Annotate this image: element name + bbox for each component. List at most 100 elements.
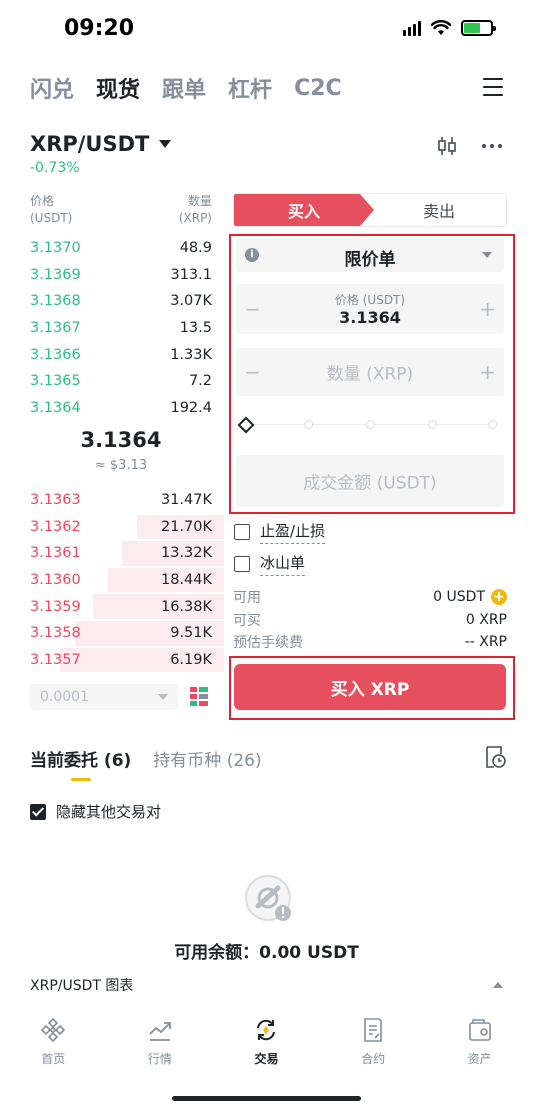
hide-other-pairs-option[interactable]: 隐藏其他交易对: [30, 801, 161, 822]
tpsl-label: 止盈/止损: [260, 520, 326, 544]
last-price: 3.1364 ≈ $3.13: [30, 428, 212, 473]
ob-qty: 16.38K: [160, 598, 212, 615]
nav-futures[interactable]: 合约: [320, 1010, 427, 1070]
fee-row: 预估手续费 -- XRP: [233, 632, 507, 652]
hide-other-pairs-checkbox[interactable]: [30, 803, 46, 820]
last-price-usd: ≈ $3.13: [94, 458, 148, 473]
tab-margin[interactable]: 杠杆: [228, 72, 272, 104]
ob-qty: 18.44K: [160, 572, 212, 589]
orderbook-row[interactable]: 3.1362 21.70K: [30, 514, 224, 541]
tab-c2c[interactable]: C2C: [294, 76, 342, 101]
status-time: 09:20: [64, 16, 135, 41]
total-field[interactable]: 成交金额 (USDT): [236, 455, 504, 507]
orderbook-row[interactable]: 3.1369 313.1: [30, 262, 212, 289]
tpsl-checkbox[interactable]: [234, 524, 250, 540]
orderbook-layout-icon[interactable]: [189, 686, 209, 708]
ob-price: 3.1369: [30, 266, 81, 283]
nav-wallet-label: 资产: [467, 1052, 492, 1066]
caret-down-icon: [158, 694, 168, 700]
fee-label: 预估手续费: [233, 635, 303, 651]
caret-down-icon: [159, 140, 172, 148]
buy-xrp-button[interactable]: 买入 XRP: [234, 664, 506, 710]
tab-copy-trading[interactable]: 跟单: [162, 72, 206, 104]
slider-handle[interactable]: [237, 416, 255, 434]
orderbook-row[interactable]: 3.1359 16.38K: [30, 593, 224, 620]
nav-home[interactable]: 首页: [0, 1010, 107, 1070]
tab-holdings[interactable]: 持有币种 (26): [153, 746, 261, 771]
candlestick-icon[interactable]: [436, 135, 458, 157]
orderbook-row[interactable]: 3.1364 192.4: [30, 395, 212, 422]
status-bar: 09:20: [0, 0, 533, 60]
ob-qty: 9.51K: [170, 625, 212, 642]
add-funds-icon[interactable]: +: [491, 589, 507, 605]
chart-toggle-bar[interactable]: XRP/USDT 图表: [30, 975, 503, 995]
qty-header: 数量: [187, 194, 212, 208]
orderbook-row[interactable]: 3.1366 1.33K: [30, 341, 212, 368]
orderbook-row[interactable]: 3.1370 48.9: [30, 235, 212, 262]
can-buy-value: 0 XRP: [465, 612, 507, 628]
empty-state-icon: [245, 875, 291, 921]
tab-open-orders[interactable]: 当前委托 (6): [30, 746, 131, 771]
slider-step-25[interactable]: [304, 420, 313, 429]
buy-tab[interactable]: 买入: [234, 194, 374, 226]
orderbook-row[interactable]: 3.1358 9.51K: [30, 620, 224, 647]
slider-step-75[interactable]: [428, 420, 437, 429]
orderbook-row[interactable]: 3.1361 13.32K: [30, 540, 224, 567]
tab-spot[interactable]: 现货: [96, 72, 140, 104]
pair-selector[interactable]: XRP/USDT: [30, 132, 172, 156]
nav-markets[interactable]: 行情: [107, 1010, 214, 1070]
available-label: 可用: [233, 590, 261, 606]
more-icon[interactable]: [482, 144, 502, 148]
ob-qty: 6.19K: [170, 651, 212, 668]
quantity-increment-button[interactable]: +: [479, 360, 496, 384]
iceberg-checkbox[interactable]: [234, 556, 250, 572]
nav-wallet[interactable]: 资产: [426, 1010, 533, 1070]
price-unit: (USDT): [30, 211, 73, 225]
ob-price: 3.1357: [30, 651, 81, 668]
price-field-value: 3.1364: [339, 308, 401, 327]
slider-step-50[interactable]: [366, 420, 375, 429]
tab-convert[interactable]: 闪兑: [30, 72, 74, 104]
home-indicator: [172, 1096, 361, 1101]
precision-select[interactable]: 0.0001: [30, 684, 178, 710]
wallet-icon: [468, 1019, 491, 1041]
orderbook-row[interactable]: 3.1363 31.47K: [30, 487, 212, 514]
ob-qty: 7.2: [188, 373, 212, 390]
ob-price: 3.1359: [30, 598, 81, 615]
active-tab-indicator: [71, 778, 91, 781]
pair-title: XRP/USDT: [30, 132, 150, 156]
orderbook-row[interactable]: 3.1357 6.19K: [30, 647, 224, 674]
nav-markets-label: 行情: [147, 1052, 172, 1066]
order-history-icon[interactable]: [484, 745, 506, 769]
slider-step-100[interactable]: [488, 420, 497, 429]
ob-price: 3.1361: [30, 545, 81, 562]
total-placeholder: 成交金额 (USDT): [303, 473, 437, 494]
pair-change: -0.73%: [30, 160, 80, 176]
can-buy-row: 可买 0 XRP: [233, 610, 507, 630]
sell-tab[interactable]: 卖出: [372, 194, 506, 226]
menu-icon[interactable]: [483, 78, 503, 96]
amount-slider[interactable]: [237, 415, 500, 435]
price-increment-button[interactable]: +: [479, 297, 496, 321]
order-type-select[interactable]: i 限价单: [236, 238, 504, 272]
ob-price: 3.1365: [30, 373, 81, 390]
orderbook-row[interactable]: 3.1368 3.07K: [30, 288, 212, 315]
fee-value: -- XRP: [464, 634, 507, 650]
price-field[interactable]: − 价格 (USDT) 3.1364 +: [236, 284, 504, 334]
battery-icon: [461, 20, 496, 36]
orderbook-row[interactable]: 3.1360 18.44K: [30, 567, 224, 594]
quantity-field[interactable]: − 数量 (XRP) +: [236, 348, 504, 396]
tpsl-option[interactable]: 止盈/止损: [234, 520, 326, 544]
orderbook-row[interactable]: 3.1367 13.5: [30, 315, 212, 342]
orderbook-row[interactable]: 3.1365 7.2: [30, 368, 212, 395]
markets-icon: [149, 1022, 171, 1041]
ob-qty: 13.5: [179, 320, 212, 337]
futures-icon: [364, 1018, 382, 1042]
nav-trade[interactable]: 交易: [213, 1010, 320, 1070]
iceberg-option[interactable]: 冰山单: [234, 552, 306, 576]
status-icons: [403, 20, 496, 36]
quantity-placeholder: 数量 (XRP): [326, 364, 414, 385]
ob-qty: 21.70K: [160, 518, 212, 535]
ob-price: 3.1364: [30, 399, 81, 416]
last-price-value: 3.1364: [80, 428, 162, 452]
